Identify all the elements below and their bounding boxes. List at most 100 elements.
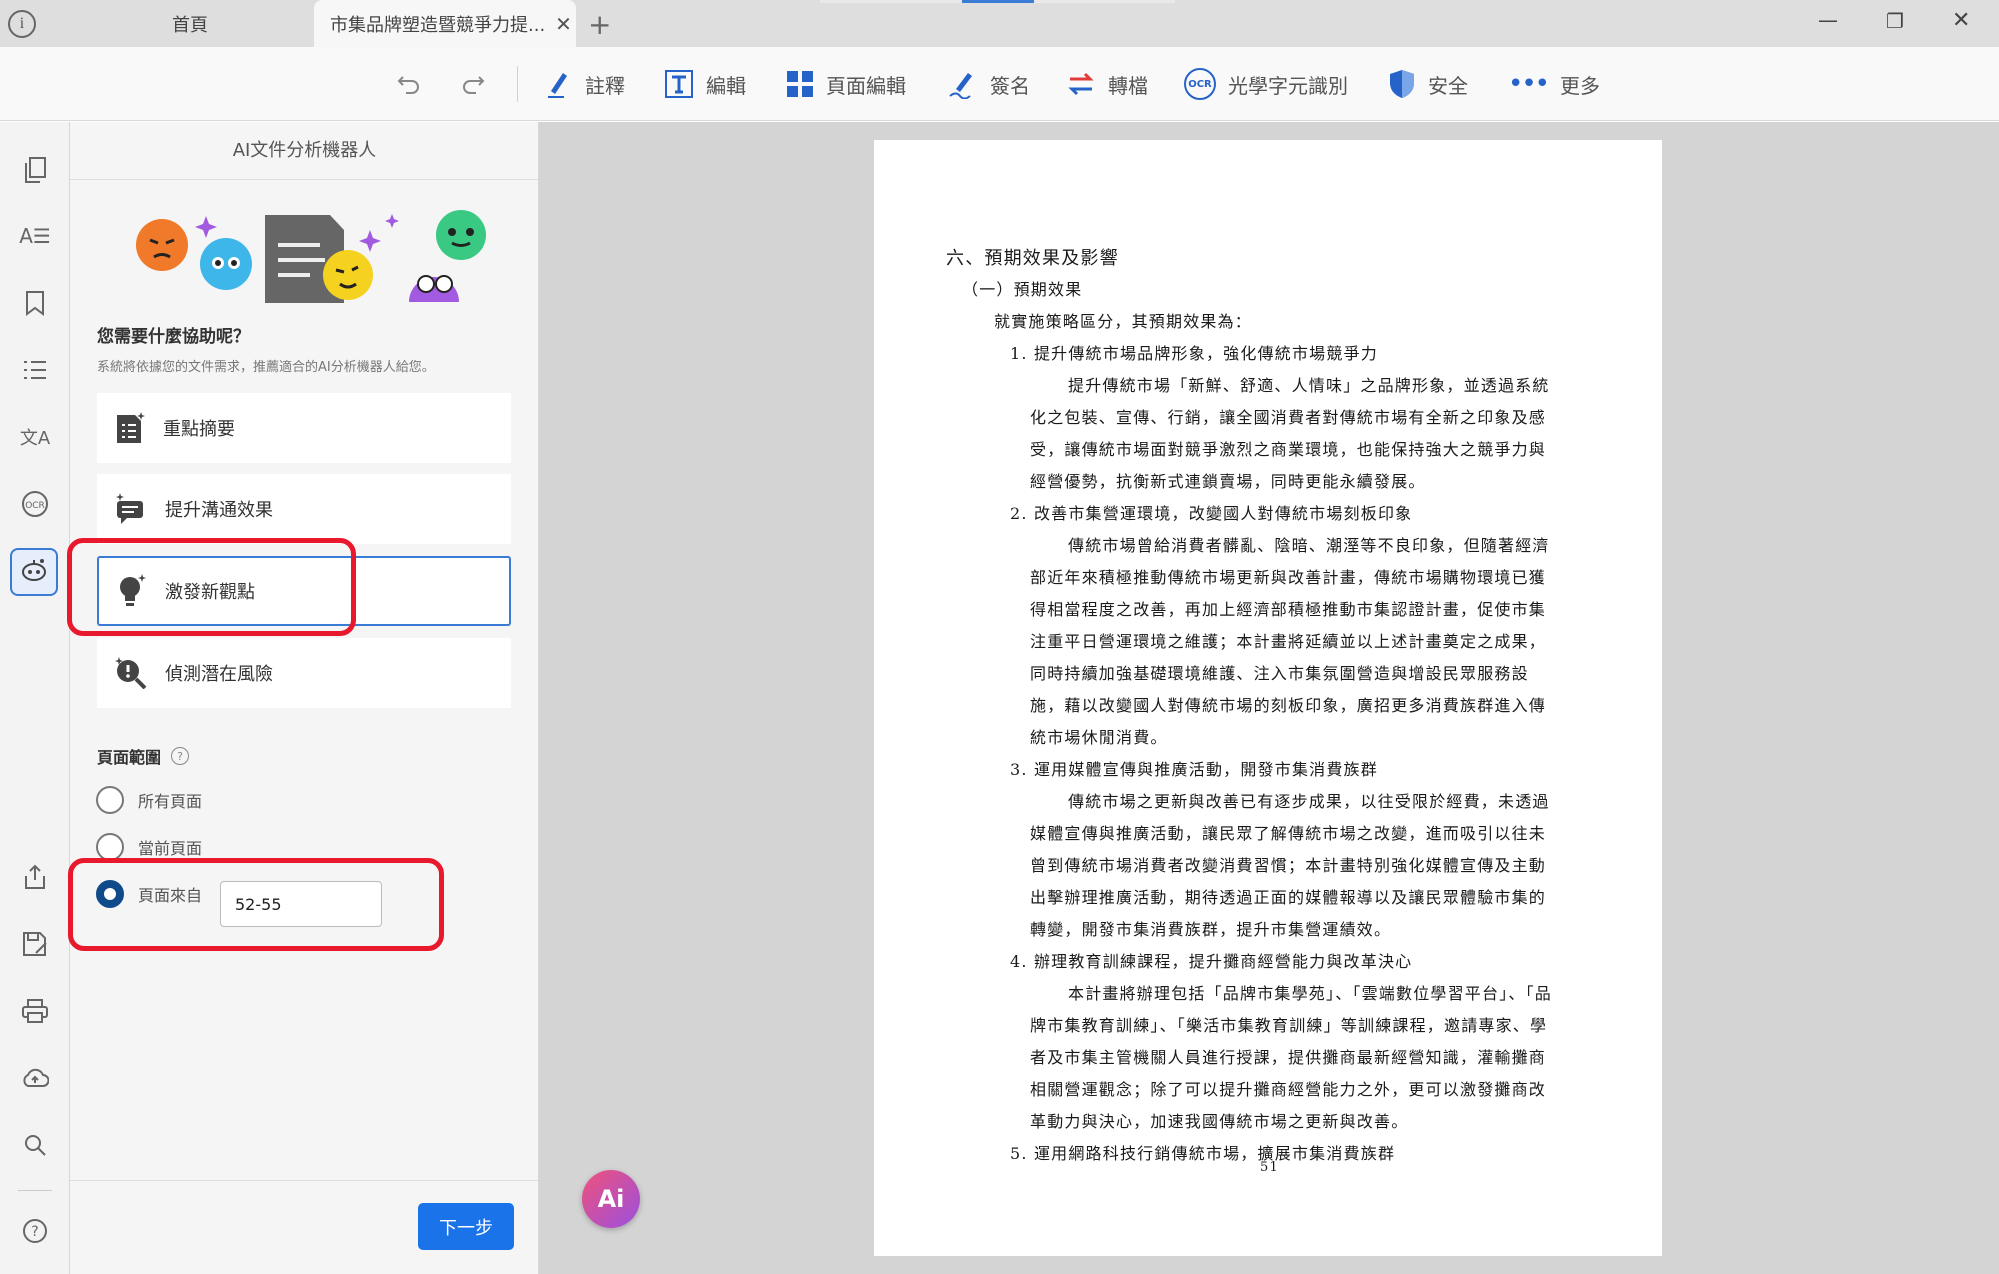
doc-line: 牌市集教育訓練」、「樂活市集教育訓練」等訓練課程，邀請專家、學 [1030, 1016, 1548, 1035]
doc-item-title: 1. 提升傳統市場品牌形象，強化傳統市場競爭力 [1010, 344, 1378, 363]
panel-title: AI文件分析機器人 [70, 122, 539, 180]
bookmark-icon[interactable] [18, 286, 52, 320]
page-edit-tool[interactable]: 頁面編輯 [786, 47, 906, 121]
tab-document[interactable]: 市集品牌塑造暨競爭力提... ✕ [314, 0, 576, 47]
svg-text:OCR: OCR [25, 501, 45, 511]
undo-icon[interactable] [396, 68, 422, 98]
doc-line: 同時持續加強基礎環境維護、注入市集氛圍營造與增設民眾服務設 [1030, 664, 1529, 683]
signature-icon [948, 69, 978, 99]
radio-current-page[interactable]: 當前頁面 [96, 833, 202, 861]
close-window-button[interactable]: ✕ [1952, 8, 1970, 33]
annotate-label: 註釋 [585, 73, 625, 98]
pages-icon[interactable] [18, 153, 52, 187]
ocr-icon: OCR [1184, 68, 1216, 100]
redo-icon[interactable] [460, 68, 486, 98]
page-number: 51 [1260, 1160, 1279, 1175]
edit-tool[interactable]: 編輯 [664, 47, 746, 121]
security-tool[interactable]: 安全 [1388, 47, 1468, 121]
doc-line: 相關營運觀念；除了可以提升攤商經營能力之外，更可以激發攤商改 [1030, 1080, 1547, 1099]
convert-tool[interactable]: 轉檔 [1066, 47, 1148, 121]
risk-search-icon [115, 657, 147, 689]
ocr-rail-icon[interactable]: OCR [18, 487, 52, 521]
doc-line: 傳統市場之更新與改善已有逐步成果，以往受限於經費，未透過 [1068, 792, 1550, 811]
doc-item-title: 4. 辦理教育訓練課程，提升攤商經營能力與改革決心 [1010, 952, 1413, 971]
ai-robot-rail-button[interactable] [10, 548, 58, 596]
minimize-button[interactable]: — [1818, 8, 1838, 32]
doc-item-title: 5. 運用網路科技行銷傳統市場，擴展市集消費族群 [1010, 1144, 1396, 1163]
close-tab-icon[interactable]: ✕ [555, 12, 572, 36]
doc-line: 傳統市場曾給消費者髒亂、陰暗、潮溼等不良印象，但隨著經濟 [1068, 536, 1550, 555]
list-icon[interactable] [18, 353, 52, 387]
page-range-title: 頁面範圍 [97, 748, 162, 767]
highlight-box-option [67, 538, 356, 636]
radio-current-page-circle[interactable] [96, 833, 124, 861]
ai-robots-illustration [130, 200, 490, 310]
option-summary-label: 重點摘要 [163, 419, 235, 440]
panel-footer-divider [70, 1180, 539, 1181]
doc-line: 本計畫將辦理包括「品牌市集學苑」、「雲端數位學習平台」、「品 [1068, 984, 1553, 1003]
radio-all-pages-label: 所有頁面 [138, 792, 203, 811]
document-text: 六、預期效果及影響 （一）預期效果 就實施策略區分，其預期效果為： 1. 提升傳… [874, 140, 1662, 1256]
help-icon[interactable]: ? [18, 1214, 52, 1248]
doc-line: 革動力與決心，加速我國傳統市場之更新與改善。 [1030, 1112, 1409, 1131]
option-communication[interactable]: 提升溝通效果 [97, 474, 511, 544]
chat-icon [115, 493, 147, 525]
document-page: 六、預期效果及影響 （一）預期效果 就實施策略區分，其預期效果為： 1. 提升傳… [874, 140, 1662, 1256]
new-tab-button[interactable]: + [588, 8, 611, 41]
more-dots-icon: ••• [1508, 69, 1550, 99]
highlight-box-range [68, 858, 444, 951]
svg-text:?: ? [31, 1224, 38, 1240]
tab-document-label: 市集品牌塑造暨競爭力提... [330, 14, 546, 36]
doc-line: 出擊辦理推廣活動，期待透過正面的媒體報導以及讓民眾體驗市集的 [1030, 888, 1547, 907]
save-as-icon[interactable] [18, 927, 52, 961]
doc-subheading: （一）預期效果 [962, 280, 1083, 299]
help-hint: 系統將依據您的文件需求，推薦適合的AI分析機器人給您。 [97, 360, 435, 375]
doc-line: 化之包裝、宣傳、行銷，讓全國消費者對傳統市場有全新之印象及感 [1030, 408, 1547, 427]
share-icon[interactable] [18, 860, 52, 894]
shield-icon [1388, 69, 1416, 99]
option-risk-detection[interactable]: 偵測潛在風險 [97, 638, 511, 708]
doc-item-title: 3. 運用媒體宣傳與推廣活動，開發市集消費族群 [1010, 760, 1378, 779]
tab-strip-accent [962, 0, 1034, 3]
doc-line: 施，藉以改變國人對傳統市場的刻板印象，廣招更多消費族群進入傳 [1030, 696, 1547, 715]
doc-line: 注重平日營運環境之維護；本計畫將延續並以上述計畫奠定之成果， [1030, 632, 1547, 651]
doc-line: 轉變，開發市集消費族群，提升市集營運績效。 [1030, 920, 1392, 939]
title-bar [0, 0, 1999, 47]
text-outline-icon[interactable]: A☰ [18, 219, 52, 253]
convert-icon [1066, 69, 1096, 99]
radio-all-pages[interactable]: 所有頁面 [96, 786, 202, 814]
option-summary[interactable]: 重點摘要 [97, 393, 511, 463]
restore-button[interactable]: ❐ [1886, 9, 1904, 33]
edit-label: 編輯 [706, 73, 746, 98]
cloud-upload-icon[interactable] [18, 1061, 52, 1095]
doc-line: 部近年來積極推動傳統市場更新與改善計畫，傳統市場購物環境已獲 [1030, 568, 1547, 587]
tab-home[interactable]: 首頁 [100, 0, 280, 47]
more-label: 更多 [1560, 73, 1601, 98]
print-icon[interactable] [18, 994, 52, 1028]
help-circle-icon[interactable]: ? [171, 747, 190, 765]
translate-icon[interactable]: 文A [18, 420, 52, 454]
ocr-label: 光學字元識別 [1228, 73, 1348, 98]
doc-line: 統市場休閒消費。 [1030, 728, 1168, 747]
next-button[interactable]: 下一步 [418, 1203, 514, 1250]
radio-all-pages-circle[interactable] [96, 786, 124, 814]
option-communication-label: 提升溝通效果 [165, 500, 273, 521]
doc-line: 得相當程度之改善，再加上經濟部積極推動市集認證計畫，促使市集 [1030, 600, 1547, 619]
text-edit-icon [664, 69, 694, 99]
sign-tool[interactable]: 簽名 [948, 47, 1030, 121]
doc-line: 提升傳統市場「新鮮、舒適、人情味」之品牌形象，並透過系統 [1068, 376, 1550, 395]
rail-divider [18, 1190, 52, 1191]
info-icon[interactable]: i [8, 10, 36, 38]
pen-icon [545, 69, 573, 99]
page-edit-label: 頁面編輯 [826, 73, 906, 98]
doc-line: 媒體宣傳與推廣活動，讓民眾了解傳統市場之改變，進而吸引以往未 [1030, 824, 1547, 843]
search-icon[interactable] [18, 1128, 52, 1162]
summary-icon [115, 412, 145, 444]
grid-icon [786, 70, 814, 98]
doc-item-title: 2. 改善市集營運環境，改變國人對傳統市場刻板印象 [1010, 504, 1413, 523]
ocr-tool[interactable]: OCR 光學字元識別 [1184, 47, 1348, 121]
annotate-tool[interactable]: 註釋 [545, 47, 625, 121]
ai-assistant-button[interactable]: Ai [582, 1170, 640, 1228]
more-tool[interactable]: ••• 更多 [1508, 47, 1600, 121]
doc-line: 經營優勢，抗衡新式連鎖賣場，同時更能永續發展。 [1030, 472, 1426, 491]
